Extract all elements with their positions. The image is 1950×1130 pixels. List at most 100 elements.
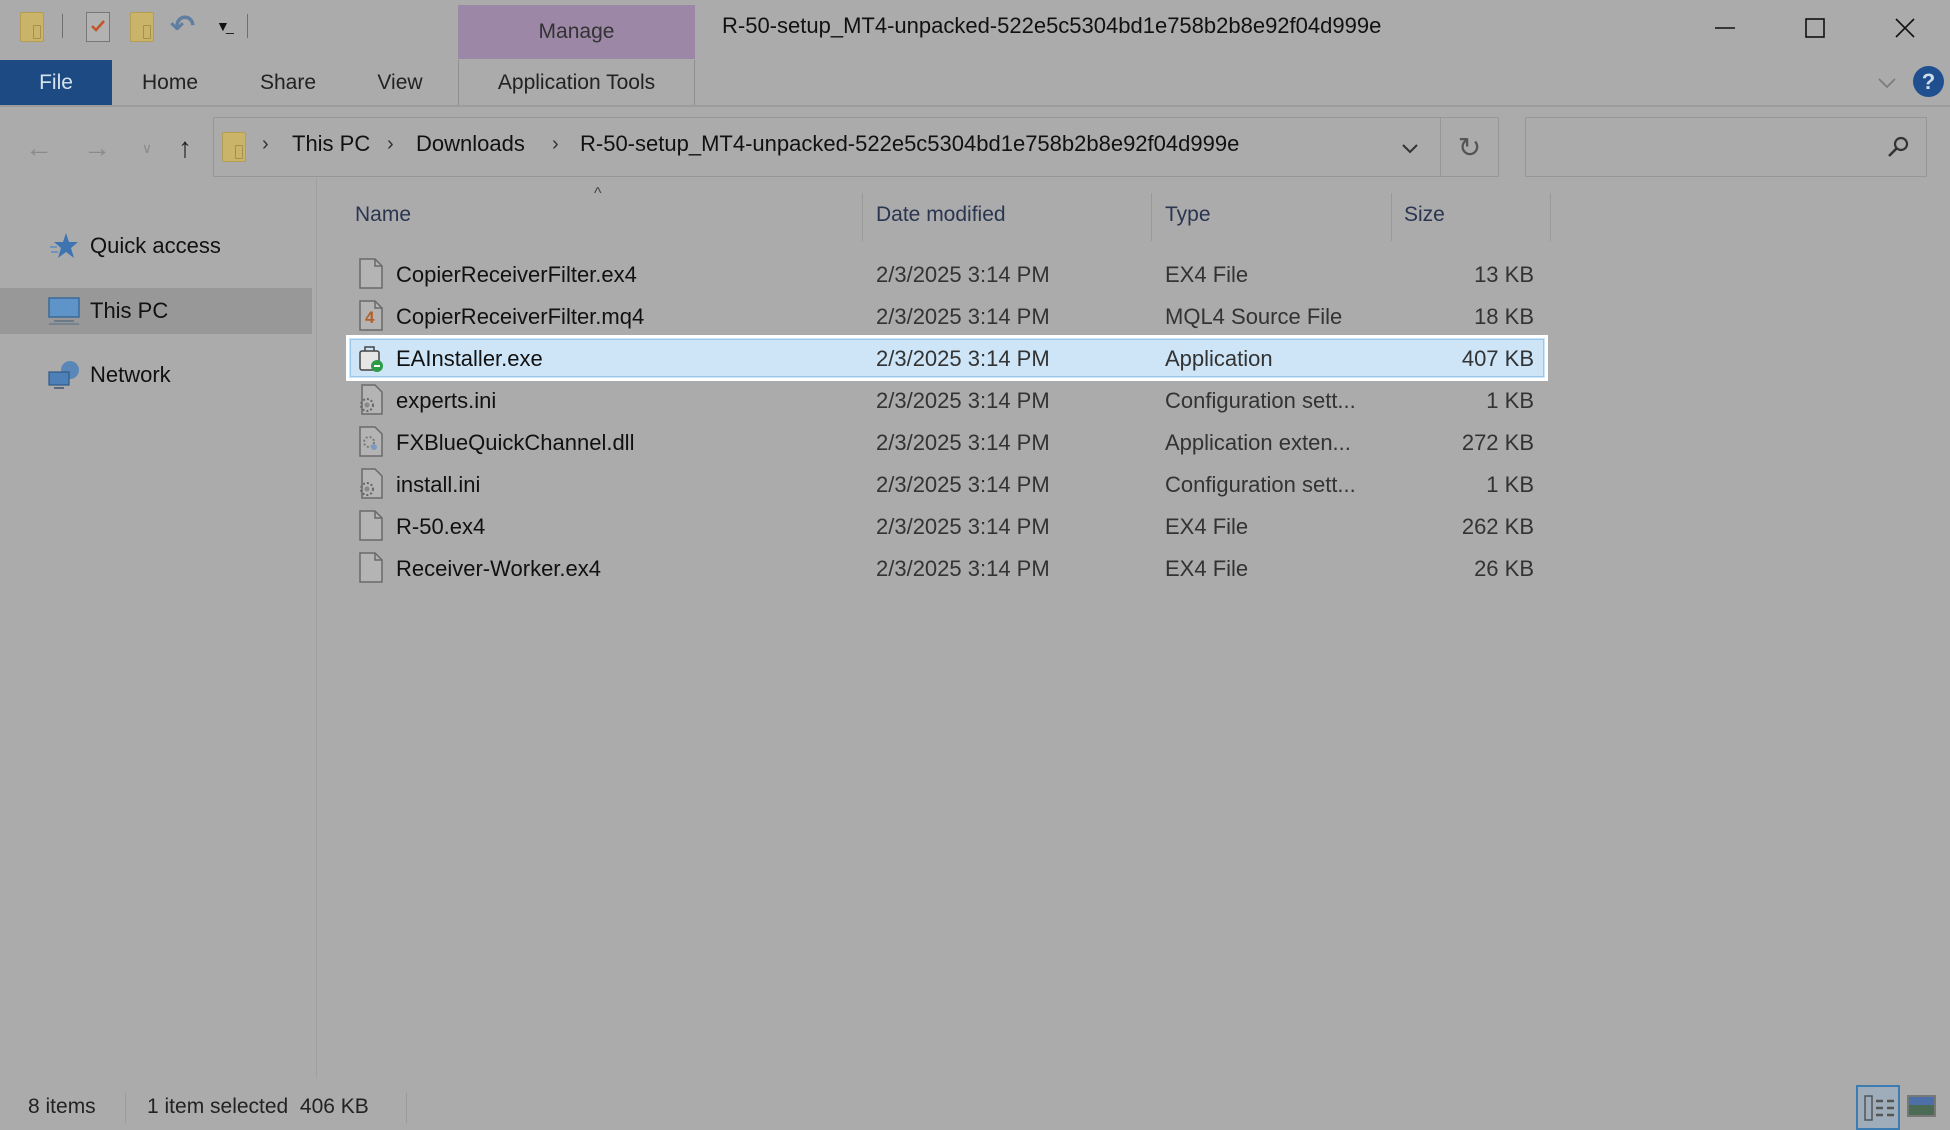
file-type: EX4 File	[1165, 556, 1249, 581]
sidebar-item-quick-access[interactable]: Quick access	[0, 223, 312, 269]
sidebar-item-this-pc[interactable]: This PC	[0, 288, 312, 334]
file-row[interactable]: 4 CopierReceiverFilter.mq4 2/3/2025 3:14 P…	[348, 295, 1546, 337]
ribbon-divider	[0, 105, 1950, 107]
toolbar-divider	[247, 14, 248, 38]
file-size: 407 KB	[1461, 346, 1534, 371]
title-bar: ↶ ▼̲ Manage R-50-setup_MT4-unpacked-522e…	[0, 0, 1950, 59]
svg-text:4: 4	[365, 308, 375, 327]
file-name: R-50.ex4	[396, 514, 486, 539]
column-header-type[interactable]: Type	[1165, 203, 1211, 227]
file-type: Application	[1165, 346, 1273, 371]
back-button[interactable]: ←	[22, 128, 56, 168]
chevron-down-icon	[1878, 78, 1896, 89]
properties-icon[interactable]	[86, 12, 110, 42]
new-folder-icon[interactable]	[130, 12, 154, 42]
file-row[interactable]: FXBlueQuickChannel.dll 2/3/2025 3:14 PM Ap…	[348, 421, 1546, 463]
expand-ribbon-button[interactable]	[1874, 70, 1900, 96]
close-button[interactable]	[1860, 0, 1950, 55]
breadcrumb-current-folder[interactable]: R-50-setup_MT4-unpacked-522e5c5304bd1e75…	[580, 131, 1239, 157]
file-name: install.ini	[396, 472, 481, 497]
file-row[interactable]: CopierReceiverFilter.ex4 2/3/2025 3:14 PM…	[348, 253, 1546, 295]
help-icon: ?	[1921, 68, 1936, 94]
breadcrumb-separator-icon[interactable]: ›	[387, 133, 394, 156]
file-type: EX4 File	[1165, 262, 1249, 287]
file-date-modified: 2/3/2025 3:14 PM	[876, 346, 1050, 371]
forward-button[interactable]: →	[80, 128, 114, 168]
file-size: 13 KB	[1474, 262, 1534, 287]
chevron-down-icon: ∨	[141, 139, 153, 156]
config-file-icon	[358, 468, 384, 499]
breadcrumb-this-pc[interactable]: This PC	[292, 131, 370, 157]
blank-file-icon	[358, 510, 384, 541]
column-resize-handle[interactable]	[862, 193, 863, 241]
file-row[interactable]: R-50.ex4 2/3/2025 3:14 PM EX4 File 262 KB	[348, 505, 1546, 547]
file-size: 1 KB	[1486, 388, 1534, 413]
status-divider	[125, 1093, 126, 1123]
column-resize-handle[interactable]	[1151, 193, 1152, 241]
recent-locations-button[interactable]: ∨	[130, 128, 164, 168]
column-header-date-modified[interactable]: Date modified	[876, 203, 1006, 227]
file-size: 26 KB	[1474, 556, 1534, 581]
file-row[interactable]: Receiver-Worker.ex4 2/3/2025 3:14 PM EX4 F…	[348, 547, 1546, 589]
tab-file[interactable]: File	[0, 60, 112, 106]
tab-application-tools[interactable]: Application Tools	[458, 60, 695, 106]
status-item-count: 8 items	[28, 1095, 96, 1118]
file-row[interactable]: EAInstaller.exe 2/3/2025 3:14 PM Applicati…	[346, 335, 1548, 381]
tab-view[interactable]: View	[358, 60, 442, 106]
help-button[interactable]: ?	[1913, 66, 1944, 97]
tab-home[interactable]: Home	[122, 60, 218, 106]
maximize-button[interactable]	[1770, 0, 1860, 55]
customize-dropdown-icon[interactable]: ▼̲	[216, 18, 230, 48]
file-date-modified: 2/3/2025 3:14 PM	[876, 388, 1050, 413]
installer-app-icon	[358, 342, 384, 373]
file-date-modified: 2/3/2025 3:14 PM	[876, 514, 1050, 539]
blank-file-icon	[358, 552, 384, 583]
back-arrow-icon: ←	[25, 132, 53, 163]
quick-access-star-icon	[48, 231, 80, 261]
computer-icon	[48, 296, 80, 326]
undo-icon[interactable]: ↶	[170, 12, 195, 42]
up-arrow-icon: ↑	[178, 132, 192, 163]
dll-file-icon	[358, 426, 384, 457]
column-header-size[interactable]: Size	[1404, 203, 1445, 227]
details-view-button[interactable]	[1856, 1085, 1900, 1130]
large-icons-view-button[interactable]	[1907, 1095, 1936, 1117]
file-date-modified: 2/3/2025 3:14 PM	[876, 556, 1050, 581]
file-row[interactable]: install.ini 2/3/2025 3:14 PM Configuration…	[348, 463, 1546, 505]
column-resize-handle[interactable]	[1550, 193, 1551, 241]
minimize-icon	[1715, 26, 1735, 29]
config-file-icon	[358, 384, 384, 415]
chevron-down-icon	[1402, 144, 1418, 154]
search-input[interactable]	[1525, 117, 1927, 177]
file-name: FXBlueQuickChannel.dll	[396, 430, 635, 455]
sidebar-item-label: Network	[90, 362, 171, 387]
file-type: Configuration sett...	[1165, 388, 1356, 413]
search-icon[interactable]	[1885, 134, 1911, 160]
blank-file-icon	[358, 258, 384, 289]
close-icon	[1895, 17, 1915, 38]
file-type: Configuration sett...	[1165, 472, 1356, 497]
breadcrumb-separator-icon[interactable]: ›	[552, 133, 559, 156]
address-history-button[interactable]	[1395, 133, 1425, 163]
breadcrumb-downloads[interactable]: Downloads	[416, 131, 525, 157]
file-date-modified: 2/3/2025 3:14 PM	[876, 262, 1050, 287]
manage-contextual-tab[interactable]: Manage	[458, 5, 695, 59]
file-type: EX4 File	[1165, 514, 1249, 539]
minimize-button[interactable]	[1680, 0, 1770, 55]
sidebar-item-network[interactable]: Network	[0, 352, 312, 398]
status-selection: 1 item selected 406 KB	[147, 1095, 369, 1118]
up-button[interactable]: ↑	[168, 128, 202, 168]
file-row[interactable]: experts.ini 2/3/2025 3:14 PM Configuration…	[348, 379, 1546, 421]
forward-arrow-icon: →	[83, 132, 111, 163]
refresh-button[interactable]: ↻	[1440, 117, 1499, 177]
tab-share[interactable]: Share	[240, 60, 336, 106]
column-resize-handle[interactable]	[1391, 193, 1392, 241]
column-header-name[interactable]: Name	[355, 203, 411, 227]
folder-icon	[20, 12, 44, 42]
folder-icon	[222, 132, 246, 162]
sidebar-item-label: This PC	[90, 298, 169, 323]
network-icon	[48, 360, 80, 390]
breadcrumb-separator-icon[interactable]: ›	[262, 133, 269, 156]
file-name: experts.ini	[396, 388, 497, 413]
file-date-modified: 2/3/2025 3:14 PM	[876, 472, 1050, 497]
